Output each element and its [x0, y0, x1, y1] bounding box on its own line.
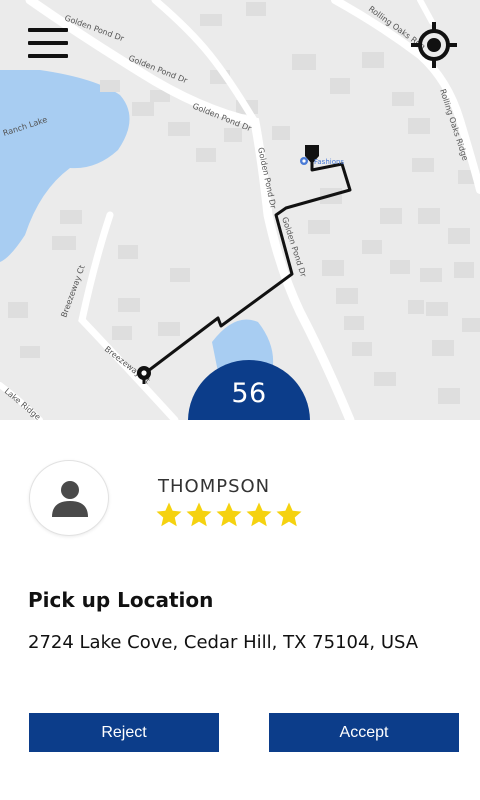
reject-button[interactable]: Reject — [29, 713, 219, 752]
ride-request-panel: THOMPSON Pick up Location 2724 Lake Cove… — [0, 420, 480, 800]
pickup-address: 2724 Lake Cove, Cedar Hill, TX 75104, US… — [28, 632, 419, 653]
lake-water — [0, 70, 130, 262]
rider-name: THOMPSON — [158, 476, 271, 497]
rider-avatar — [29, 460, 109, 536]
menu-hamburger-icon[interactable] — [28, 28, 68, 58]
rider-rating — [154, 500, 304, 530]
map-view[interactable]: Golden Pond Dr Golden Pond Dr Golden Pon… — [0, 0, 480, 420]
my-location-icon[interactable] — [410, 21, 458, 69]
star-icon — [156, 502, 182, 527]
user-silhouette-icon — [52, 481, 88, 517]
poi-marker-icon — [300, 157, 308, 165]
poi-label: Fashions — [314, 158, 344, 166]
eta-value: 56 — [231, 378, 267, 409]
street-label: Lake Ridge — [3, 387, 43, 420]
star-icon — [186, 502, 212, 527]
star-icon — [246, 502, 272, 527]
star-icon — [216, 502, 242, 527]
accept-button[interactable]: Accept — [269, 713, 459, 752]
star-icon — [276, 502, 302, 527]
map-canvas: Golden Pond Dr Golden Pond Dr Golden Pon… — [0, 0, 480, 420]
pickup-heading: Pick up Location — [28, 588, 214, 612]
